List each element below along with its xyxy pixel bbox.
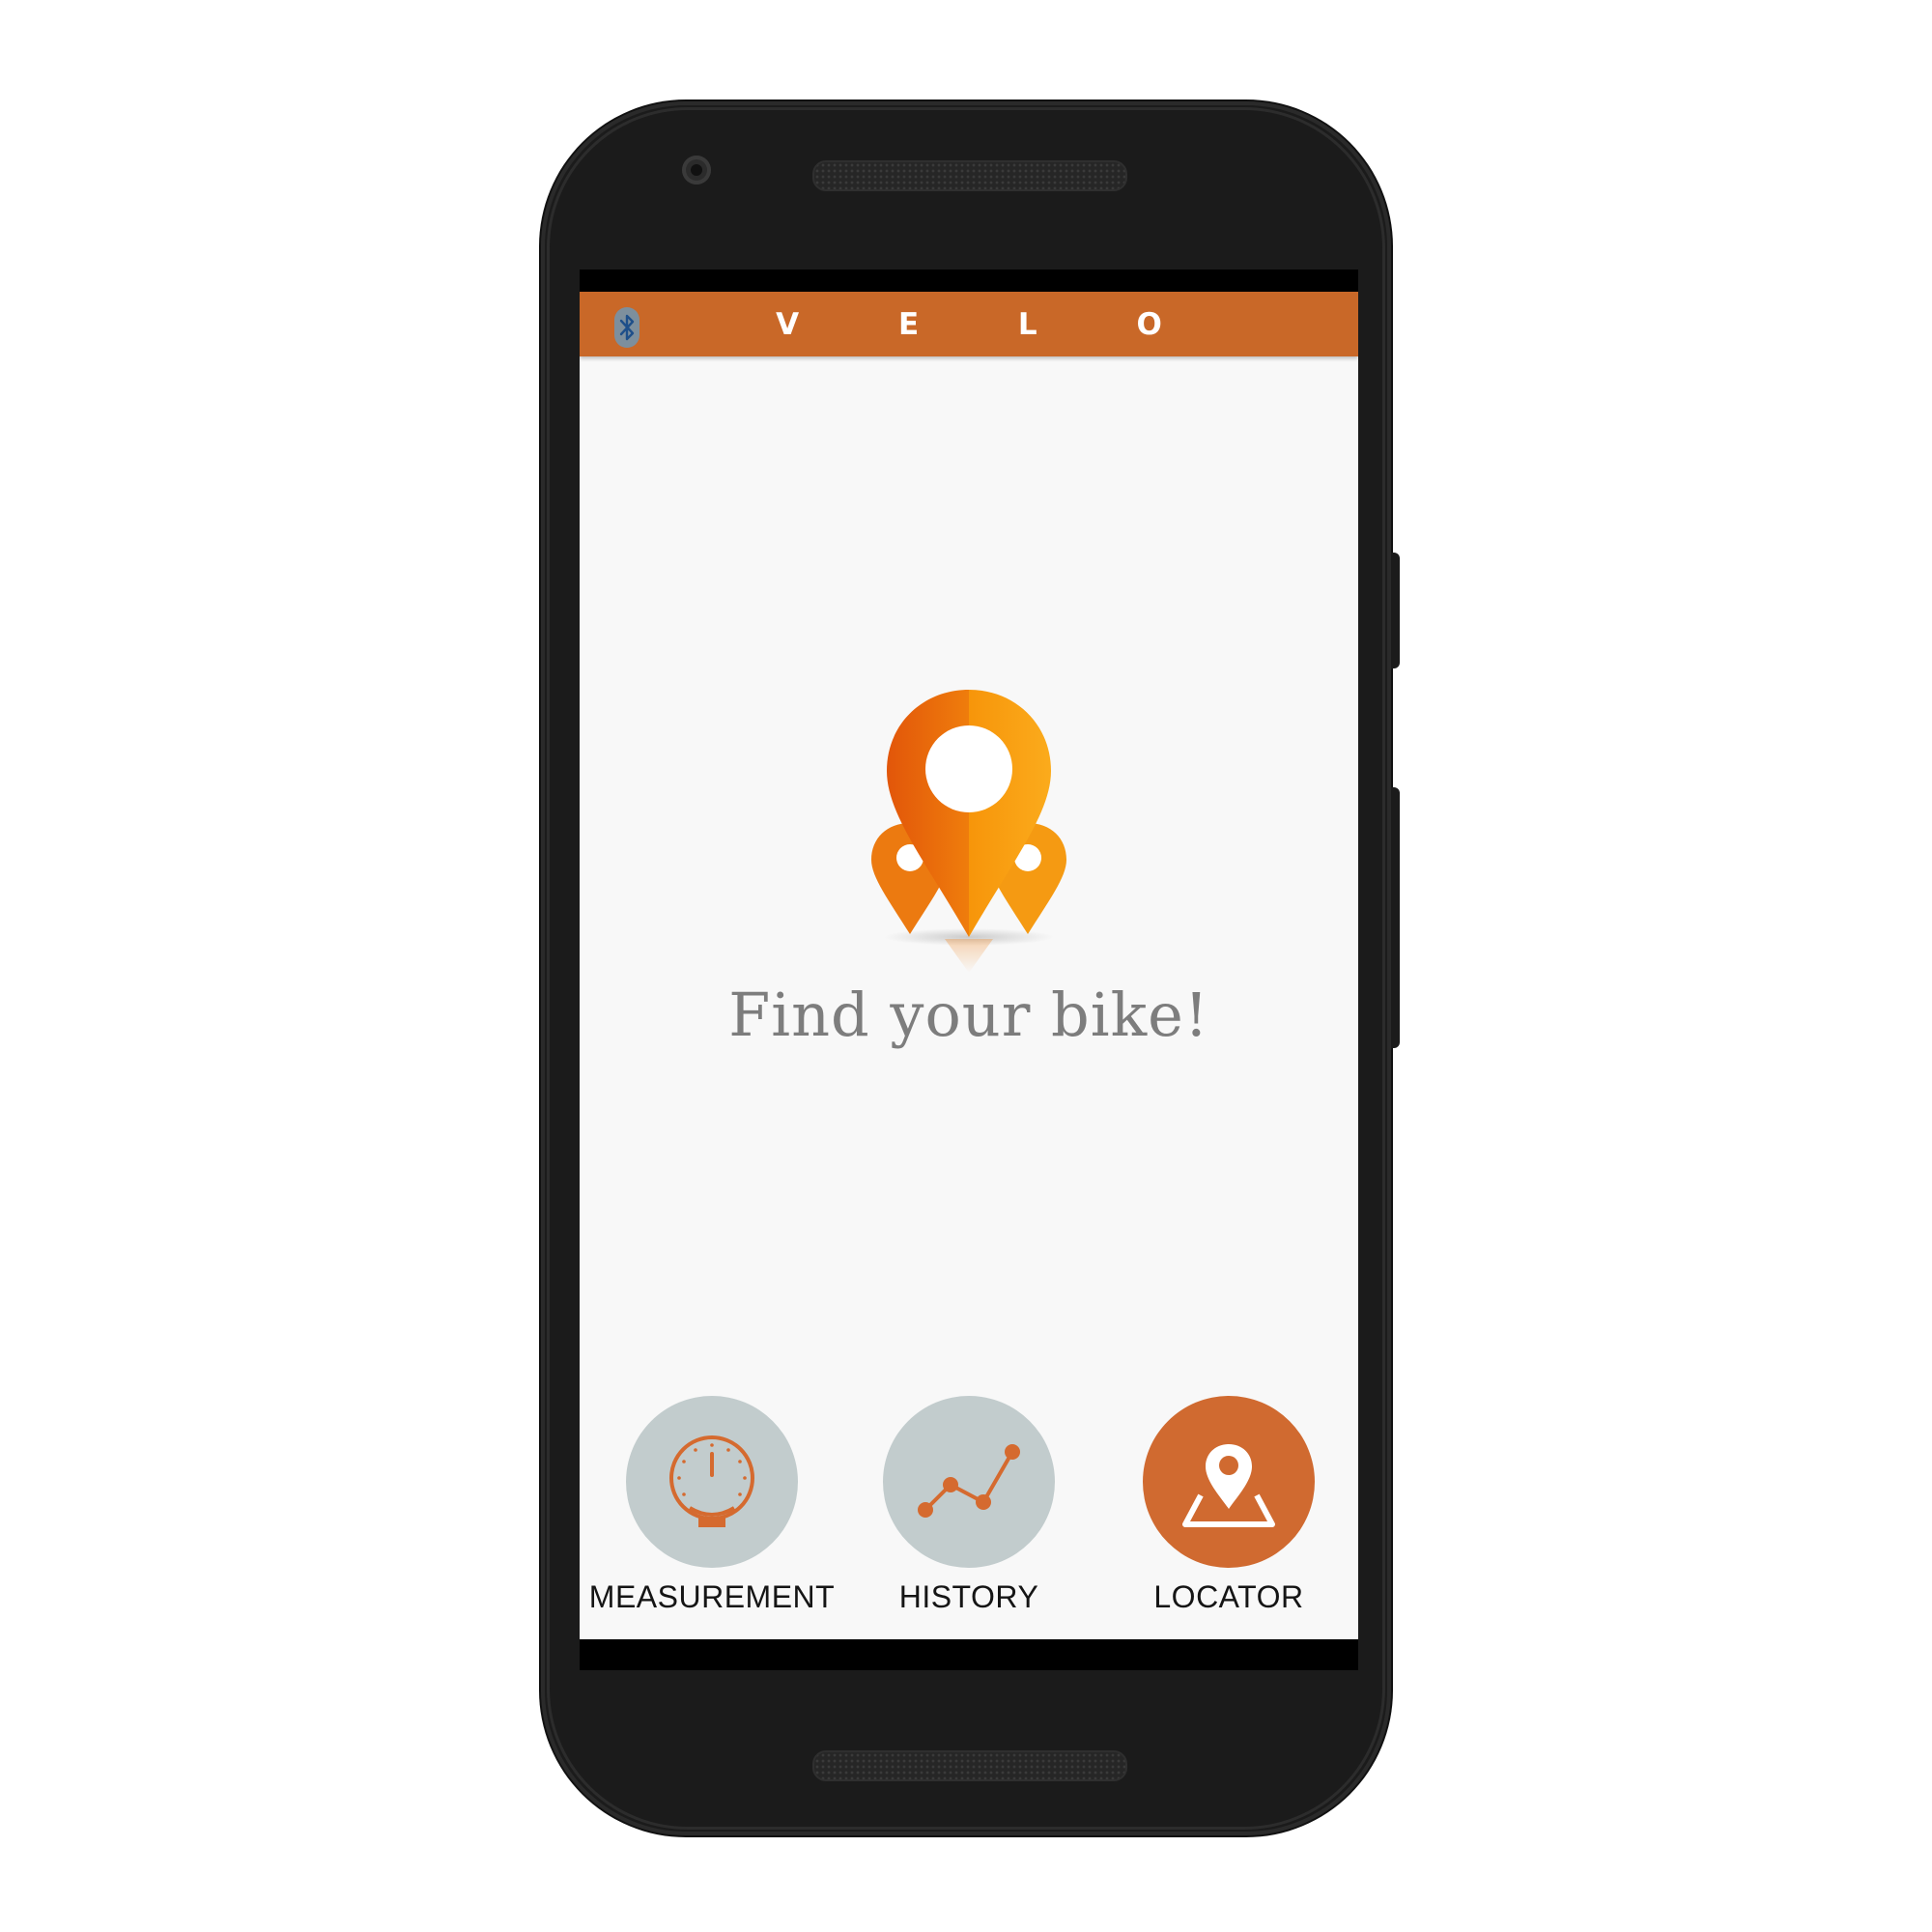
phone-frame: V E L O Find your bike! MEASUREMENT HIST…	[541, 101, 1391, 1835]
app-window: V E L O Find your bike! MEASUREMENT HIST…	[580, 292, 1358, 1639]
nav-item-measurement[interactable]: MEASUREMENT	[582, 1396, 841, 1628]
stopwatch-icon	[669, 1435, 754, 1527]
nav-item-locator[interactable]: LOCATOR	[1099, 1396, 1358, 1628]
map-pin-icon	[1182, 1444, 1275, 1527]
nav-item-history[interactable]: HISTORY	[839, 1396, 1098, 1628]
line-graph-icon	[918, 1444, 1020, 1518]
power-button[interactable]	[1391, 553, 1400, 668]
screenshot-canvas: V E L O Find your bike! MEASUREMENT HIST…	[0, 0, 1932, 1932]
nav-label-locator: LOCATOR	[1153, 1579, 1304, 1614]
history-button[interactable]	[883, 1396, 1055, 1568]
nav-label-history: HISTORY	[898, 1579, 1039, 1614]
app-bar: V E L O	[580, 292, 1358, 356]
find-your-bike-heading: Find your bike!	[728, 980, 1209, 1050]
volume-rocker[interactable]	[1391, 787, 1400, 1048]
app-title: V E L O	[776, 307, 1207, 342]
measurement-button[interactable]	[626, 1396, 798, 1568]
phone-screen: V E L O Find your bike! MEASUREMENT HIST…	[580, 270, 1358, 1670]
nav-label-measurement: MEASUREMENT	[588, 1579, 836, 1614]
bottom-speaker	[812, 1750, 1127, 1781]
front-camera	[682, 156, 711, 185]
locator-button[interactable]	[1143, 1396, 1315, 1568]
earpiece-speaker	[812, 160, 1127, 191]
bottom-navigation: MEASUREMENT HISTORY LOCATOR	[580, 1396, 1358, 1628]
location-pins-icon	[869, 688, 1068, 978]
